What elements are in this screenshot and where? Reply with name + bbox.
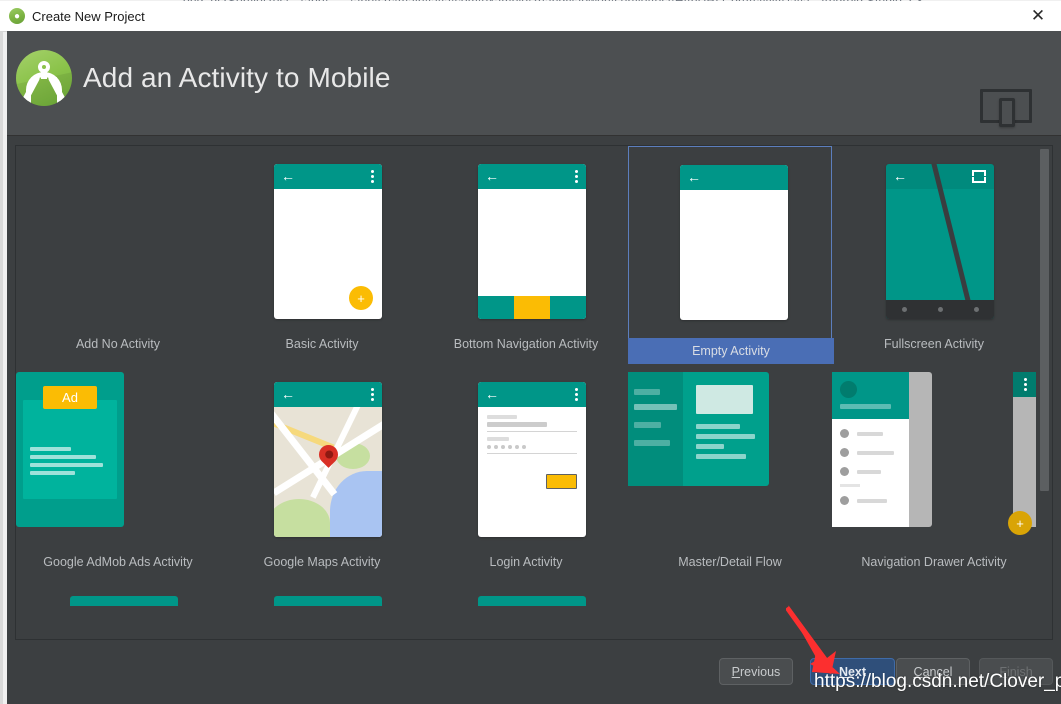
sign-in-button-mock [546,474,577,489]
mobile-device-icon [980,89,1032,127]
activity-card-label: Google AdMob Ads Activity [16,551,220,573]
back-arrow-icon: ← [281,169,295,183]
password-field-mock [487,437,577,454]
scrollbar-thumb[interactable] [1040,149,1049,491]
activity-gallery[interactable]: Add No Activity ← + Ba [15,145,1053,640]
background-window-left-edge-inner [0,8,3,704]
detail-image-placeholder [696,385,753,414]
floating-action-button-icon: + [349,286,373,310]
activity-row-2: Ad Google AdMob Ads Activity [16,364,1040,582]
avatar [840,381,857,398]
thumb-partial [274,596,382,606]
back-arrow-icon: ← [687,170,701,184]
background-window-left-edge [0,8,7,704]
dialog-footer: Previous Next Cancel Finish [7,642,1061,704]
vertical-scrollbar[interactable] [1038,147,1051,640]
activity-card-google-admob-ads-activity[interactable]: Ad Google AdMob Ads Activity [16,364,220,582]
drawer-header [832,372,909,419]
activity-card-add-no-activity[interactable]: Add No Activity [16,146,220,364]
activity-card-empty-activity[interactable]: ← Empty Activity [628,146,832,364]
phone-mock: ← [886,164,994,319]
thumb-login: ← [424,372,628,548]
phone-mock: Ad [16,372,124,527]
finish-button: Finish [979,658,1053,685]
thumb-admob: Ad [16,372,220,548]
tablet-mock [628,372,769,486]
previous-button[interactable]: Previous [719,658,793,685]
phone-mock: ← [478,164,586,319]
thumb-navigation-drawer: + [832,372,1036,548]
system-nav-strip [886,300,994,319]
map-preview [274,407,382,537]
thumb-empty: ← [629,155,833,331]
android-studio-logo [16,50,72,106]
drawer-panel [832,372,909,527]
back-arrow-icon: ← [281,387,295,401]
activity-card-master-detail-flow[interactable]: Master/Detail Flow [628,364,832,582]
dialog-title: Create New Project [32,9,145,24]
app-bar: ← [680,165,788,190]
bottom-navigation-bar [478,296,586,319]
thumb-master-detail [628,372,832,548]
next-button[interactable]: Next [810,658,895,685]
back-arrow-icon: ← [485,387,499,401]
app-bar: ← [274,382,382,407]
activity-card-label: Basic Activity [220,333,424,355]
activity-card-bottom-navigation-activity[interactable]: ← Bottom Navigation Activity [424,146,628,364]
activity-card-label: Master/Detail Flow [628,551,832,573]
thumb-partial [478,596,586,606]
thumb-basic: ← + [220,154,424,330]
dialog-body: Add an Activity to Mobile Add No Activit… [7,31,1061,704]
activity-card-google-maps-activity[interactable]: ← Google Maps Activity [220,364,424,582]
activity-card-navigation-drawer-activity[interactable]: + Navigation Drawer Activity [832,364,1036,582]
phone-mock: ← [274,382,382,537]
page-title: Add an Activity to Mobile [83,62,391,94]
dialog-titlebar: ● Create New Project ✕ [0,1,1061,32]
activity-row-3-partial [16,582,1040,606]
fullscreen-expand-icon [972,170,986,183]
activity-card-login-activity[interactable]: ← [424,364,628,582]
activity-row-1: Add No Activity ← + Ba [16,146,1040,364]
activity-card-label: Navigation Drawer Activity [832,551,1036,573]
app-bar: ← [478,382,586,407]
android-studio-icon: ● [9,8,25,24]
activity-card-label: Fullscreen Activity [832,333,1036,355]
thumb-none [16,154,220,330]
screen: ong_dsrServletTest - [app] - ...\app\src… [0,0,1061,704]
cancel-button[interactable]: Cancel [896,658,970,685]
activity-card-label: Google Maps Activity [220,551,424,573]
activity-gallery-grid: Add No Activity ← + Ba [16,146,1040,639]
thumb-maps: ← [220,372,424,548]
activity-card-label: Bottom Navigation Activity [424,333,628,355]
activity-card-fullscreen-activity[interactable]: ← Fullscreen Activity [832,146,1036,364]
overflow-menu-icon [371,170,374,183]
activity-card-basic-activity[interactable]: ← + Basic Activity [220,146,424,364]
overflow-menu-icon [371,388,374,401]
phone-mock: + [832,372,932,527]
phone-mock: ← + [274,164,382,319]
phone-mock: ← [478,382,586,537]
back-arrow-icon: ← [893,169,907,183]
ad-badge: Ad [43,386,97,409]
activity-card-label: Login Activity [424,551,628,573]
close-icon[interactable]: ✕ [1015,1,1061,30]
email-field-mock [487,415,577,432]
activity-card-label: Empty Activity [628,338,834,364]
overflow-menu-icon [575,388,578,401]
thumb-bottomnav: ← [424,154,628,330]
app-bar: ← [274,164,382,189]
dialog-header: Add an Activity to Mobile [7,31,1061,136]
overflow-menu-icon [575,170,578,183]
activity-card-label: Add No Activity [16,333,220,355]
thumb-fullscreen: ← [832,154,1036,330]
phone-mock: ← [680,165,788,320]
thumb-partial [70,596,178,606]
app-bar: ← [478,164,586,189]
back-arrow-icon: ← [485,169,499,183]
